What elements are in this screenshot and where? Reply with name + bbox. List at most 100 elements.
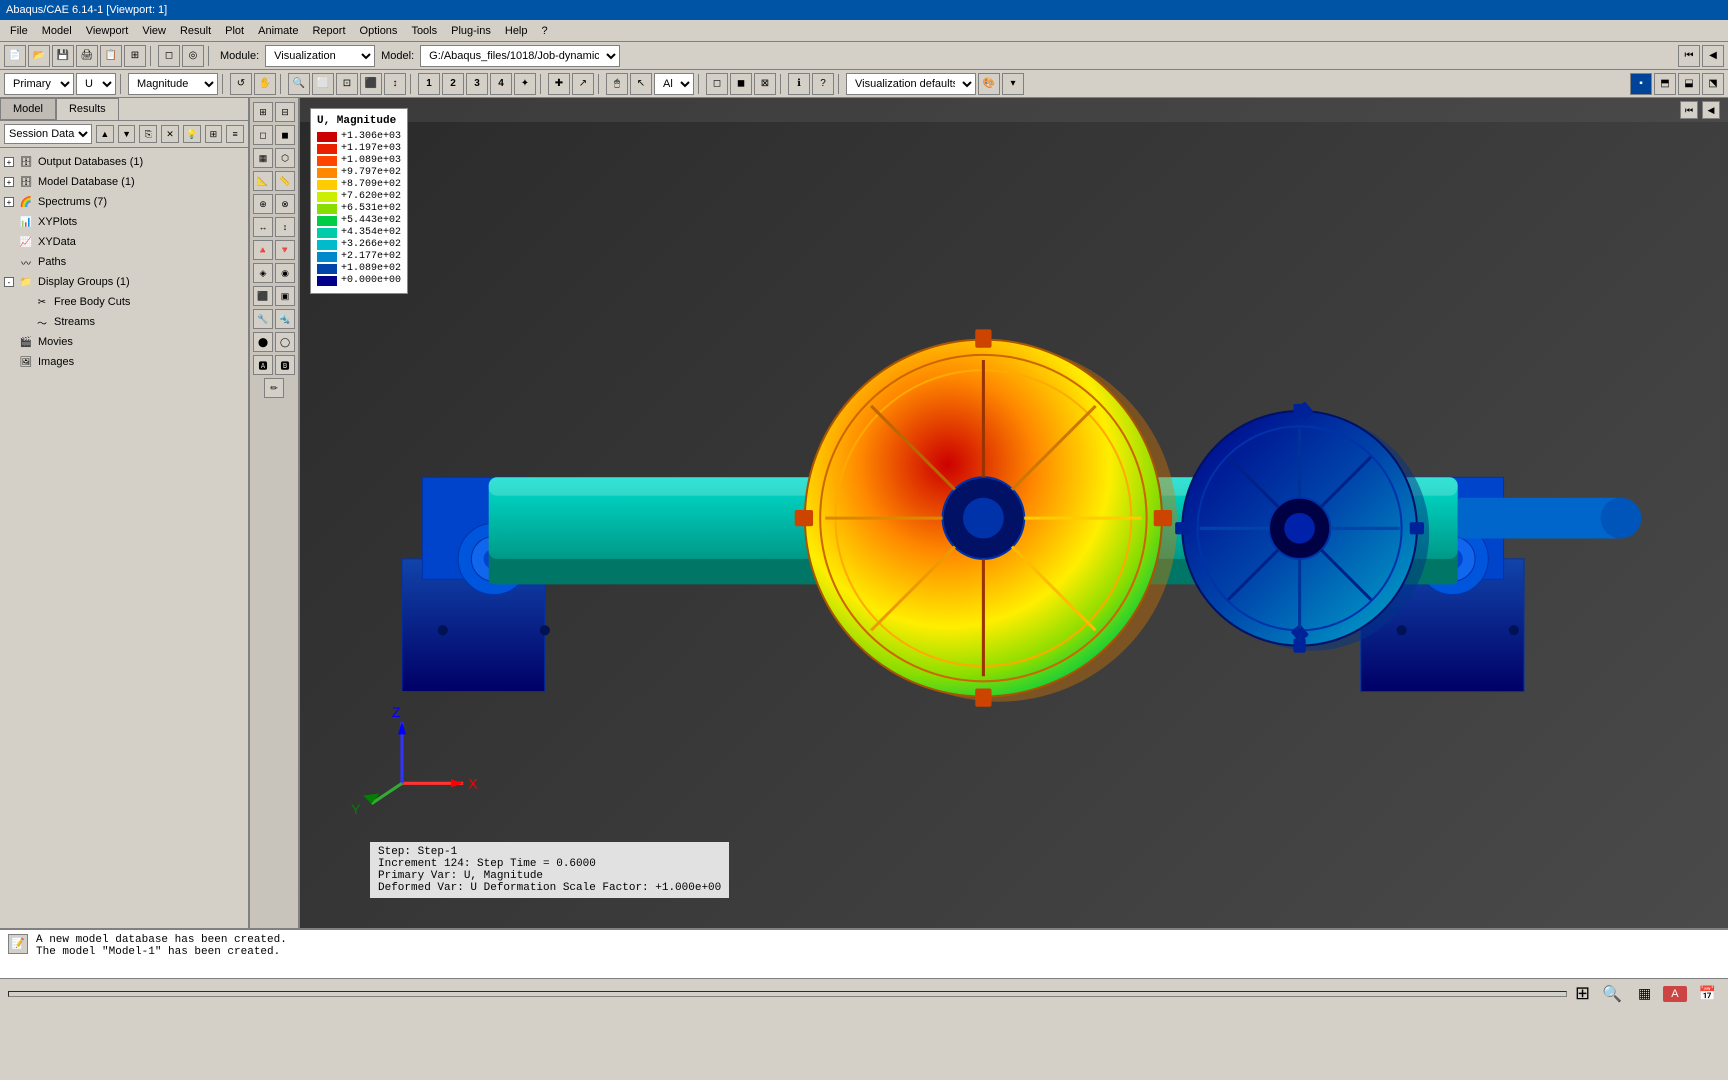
zoom-btn[interactable]: 🔍 (288, 73, 310, 95)
nav-prev[interactable]: ◀ (1702, 45, 1724, 67)
rt-pencil-btn[interactable]: ✏ (264, 378, 284, 398)
num3[interactable]: 3 (466, 73, 488, 95)
menu-question[interactable]: ? (536, 23, 554, 39)
primary-dropdown[interactable]: Primary (4, 73, 74, 95)
menu-view[interactable]: View (136, 23, 172, 39)
expand-btn[interactable]: ⊞ (124, 45, 146, 67)
windows-start-icon[interactable]: ⊞ (1575, 983, 1590, 1004)
rt-btn-8b[interactable]: ◉ (275, 263, 295, 283)
rt-btn-1b[interactable]: ⊟ (275, 102, 295, 122)
viewport[interactable]: ⏮ ◀ U, Magnitude +1.306e+03 +1.197e+03 +… (300, 98, 1728, 928)
rt-btn-2a[interactable]: ◻ (253, 125, 273, 145)
rt-btn-4a[interactable]: 📐 (253, 171, 273, 191)
rt-btn-10a[interactable]: 🔧 (253, 309, 273, 329)
variable-dropdown[interactable]: Magnitude (128, 73, 218, 95)
session-copy[interactable]: ⎘ (139, 125, 157, 143)
open-btn[interactable]: 📂 (28, 45, 50, 67)
pan-btn[interactable]: ✋ (254, 73, 276, 95)
tree-item-xyplots[interactable]: 📊 XYPlots (0, 212, 248, 232)
nav-first[interactable]: ⏮ (1678, 45, 1700, 67)
rt-btn-3a[interactable]: ▦ (253, 148, 273, 168)
query-btn[interactable]: ? (812, 73, 834, 95)
vp-layout3[interactable]: ⬓ (1678, 73, 1700, 95)
info-btn[interactable]: ℹ (788, 73, 810, 95)
rt-btn-8a[interactable]: ◈ (253, 263, 273, 283)
model-dropdown[interactable]: G:/Abaqus_files/1018/Job-dynamic.odb (420, 45, 620, 67)
session-down[interactable]: ▼ (118, 125, 136, 143)
star-btn[interactable]: ✦ (514, 73, 536, 95)
tree-item-spectrums[interactable]: + 🌈 Spectrums (7) (0, 192, 248, 212)
session-grid[interactable]: ⊞ (205, 125, 223, 143)
rt-btn-12b[interactable]: 🅱 (275, 355, 295, 375)
tab-results[interactable]: Results (56, 98, 119, 120)
tree-item-streams[interactable]: 〜 Streams (0, 312, 248, 332)
session-dropdown[interactable]: Session Data (4, 124, 92, 144)
rt-btn-7a[interactable]: 🔺 (253, 240, 273, 260)
tool2[interactable]: ◎ (182, 45, 204, 67)
menu-animate[interactable]: Animate (252, 23, 304, 39)
vp-layout2[interactable]: ⬒ (1654, 73, 1676, 95)
tree-item-model-db[interactable]: + 🗄 Model Database (1) (0, 172, 248, 192)
num1[interactable]: 1 (418, 73, 440, 95)
cross-btn[interactable]: ✚ (548, 73, 570, 95)
arrow-btn[interactable]: ↗ (572, 73, 594, 95)
rt-btn-1a[interactable]: ⊞ (253, 102, 273, 122)
rt-btn-10b[interactable]: 🔩 (275, 309, 295, 329)
tree-item-free-body-cuts[interactable]: ✂ Free Body Cuts (0, 292, 248, 312)
view3d-btn[interactable]: ◻ (706, 73, 728, 95)
num4[interactable]: 4 (490, 73, 512, 95)
expand-output-dbs[interactable]: + (4, 157, 14, 167)
all-dropdown[interactable]: All (654, 73, 694, 95)
rt-btn-12a[interactable]: 🅰 (253, 355, 273, 375)
rt-btn-6a[interactable]: ↔ (253, 217, 273, 237)
tree-item-xydata[interactable]: 📈 XYData (0, 232, 248, 252)
menu-model[interactable]: Model (36, 23, 78, 39)
save-btn[interactable]: 💾 (52, 45, 74, 67)
session-list[interactable]: ≡ (226, 125, 244, 143)
tool1[interactable]: ◻ (158, 45, 180, 67)
search-icon[interactable]: 🔍 (1602, 984, 1622, 1004)
tree-item-images[interactable]: 🖼 Images (0, 352, 248, 372)
tree-item-display-groups[interactable]: - 📁 Display Groups (1) (0, 272, 248, 292)
tab-model[interactable]: Model (0, 98, 56, 120)
rt-btn-4b[interactable]: 📏 (275, 171, 295, 191)
print-btn[interactable]: 🖨 (76, 45, 98, 67)
view1[interactable]: ⬛ (360, 73, 382, 95)
rt-btn-5a[interactable]: ⊕ (253, 194, 273, 214)
rt-btn-11b[interactable]: ◯ (275, 332, 295, 352)
menu-viewport[interactable]: Viewport (80, 23, 135, 39)
tree-item-paths[interactable]: 〰 Paths (0, 252, 248, 272)
menu-result[interactable]: Result (174, 23, 217, 39)
module-dropdown[interactable]: Visualization (265, 45, 375, 67)
vp-layout4[interactable]: ⬔ (1702, 73, 1724, 95)
menu-plot[interactable]: Plot (219, 23, 250, 39)
rt-btn-2b[interactable]: ◼ (275, 125, 295, 145)
rt-btn-9b[interactable]: ▣ (275, 286, 295, 306)
menu-plugins[interactable]: Plug-ins (445, 23, 497, 39)
expand-display-groups[interactable]: - (4, 277, 14, 287)
expand-model-db[interactable]: + (4, 177, 14, 187)
menu-report[interactable]: Report (306, 23, 351, 39)
chevron-btn[interactable]: ▾ (1002, 73, 1024, 95)
rotate-btn[interactable]: ↺ (230, 73, 252, 95)
num2[interactable]: 2 (442, 73, 464, 95)
rt-btn-5b[interactable]: ⊗ (275, 194, 295, 214)
wire-btn[interactable]: ⊠ (754, 73, 776, 95)
tree-item-output-dbs[interactable]: + 🗄 Output Databases (1) (0, 152, 248, 172)
render-btn[interactable]: ◼ (730, 73, 752, 95)
zoom-box[interactable]: ⬜ (312, 73, 334, 95)
deform-dropdown[interactable]: U (76, 73, 116, 95)
task-icon[interactable]: ▦ (1638, 985, 1651, 1002)
rt-btn-7b[interactable]: 🔻 (275, 240, 295, 260)
vp-layout1[interactable]: ▪ (1630, 73, 1652, 95)
tree-item-movies[interactable]: 🎬 Movies (0, 332, 248, 352)
menu-help[interactable]: Help (499, 23, 534, 39)
vis-defaults-dropdown[interactable]: Visualization defaults (846, 73, 976, 95)
print2-btn[interactable]: 📋 (100, 45, 122, 67)
zoom-fit[interactable]: ⊡ (336, 73, 358, 95)
session-delete[interactable]: ✕ (161, 125, 179, 143)
rt-btn-3b[interactable]: ⬡ (275, 148, 295, 168)
session-up[interactable]: ▲ (96, 125, 114, 143)
session-info[interactable]: 💡 (183, 125, 201, 143)
menu-tools[interactable]: Tools (405, 23, 443, 39)
